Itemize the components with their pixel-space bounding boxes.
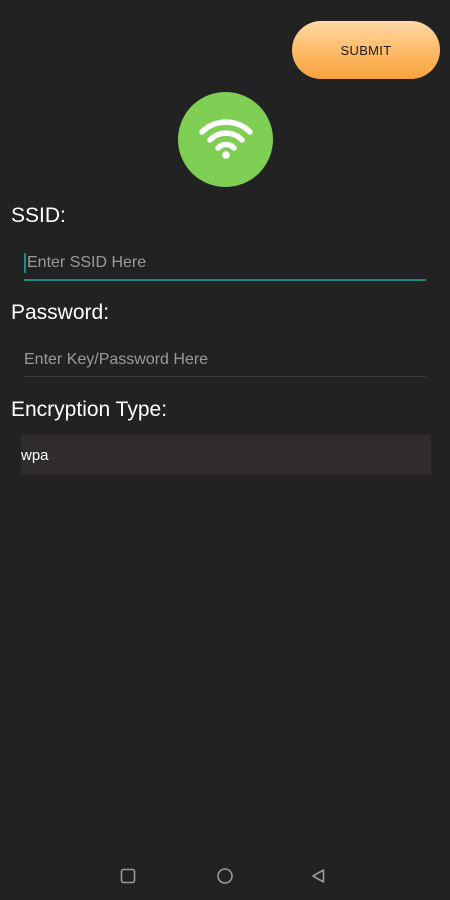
password-placeholder: Enter Key/Password Here: [24, 350, 209, 368]
square-icon: [120, 868, 136, 889]
system-navigation-bar: [0, 856, 450, 900]
password-label: Password:: [11, 301, 110, 324]
wifi-qr-screen: SUBMIT SSID: Enter SSID Here Password: E…: [0, 0, 450, 900]
nav-back-button[interactable]: [306, 866, 330, 890]
submit-button-label: SUBMIT: [340, 42, 392, 58]
submit-button[interactable]: SUBMIT: [292, 21, 440, 79]
ssid-input[interactable]: Enter SSID Here: [24, 247, 426, 281]
nav-home-button[interactable]: [213, 866, 237, 890]
ssid-label: SSID:: [11, 204, 66, 227]
encryption-type-select[interactable]: wpa: [21, 435, 431, 475]
nav-recent-apps-button[interactable]: [116, 866, 140, 890]
triangle-back-icon: [310, 868, 326, 889]
encryption-type-value: wpa: [21, 446, 49, 464]
wifi-badge: [178, 92, 273, 187]
circle-icon: [216, 867, 234, 890]
wifi-icon: [196, 112, 256, 167]
ssid-placeholder: Enter SSID Here: [27, 254, 147, 271]
password-input[interactable]: Enter Key/Password Here: [24, 343, 426, 377]
text-cursor: [24, 253, 26, 273]
encryption-type-label: Encryption Type:: [11, 398, 168, 421]
